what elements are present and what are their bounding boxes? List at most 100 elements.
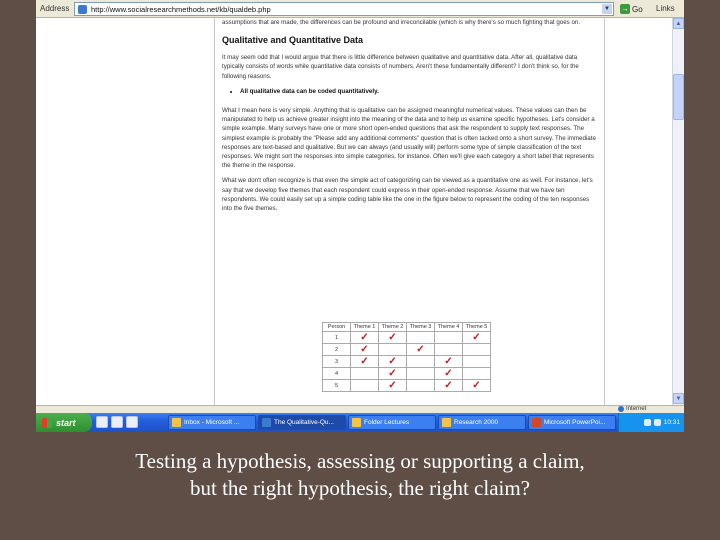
theme-cell bbox=[434, 331, 463, 344]
taskbar-button-browser[interactable]: The Qualitative-Qu... bbox=[258, 415, 346, 430]
caption-line-2: but the right hypothesis, the right clai… bbox=[189, 476, 531, 500]
checkmark-icon: ✓ bbox=[360, 343, 369, 355]
theme-cell: ✓ bbox=[350, 355, 379, 368]
theme-cell: ✓ bbox=[350, 343, 379, 356]
scroll-thumb[interactable] bbox=[673, 74, 684, 120]
start-label: start bbox=[56, 417, 76, 428]
links-toolbar[interactable]: Links bbox=[656, 4, 675, 13]
tray-icon[interactable] bbox=[653, 419, 661, 426]
scroll-up-arrow-icon[interactable]: ▲ bbox=[673, 18, 684, 29]
checkmark-icon: ✓ bbox=[444, 367, 453, 379]
coding-header-cell: Theme 4 bbox=[434, 322, 463, 332]
theme-cell: ✓ bbox=[378, 379, 407, 392]
theme-cell bbox=[406, 367, 435, 380]
go-label: Go bbox=[632, 4, 643, 14]
coding-table: Person Theme 1 Theme 2 Theme 3 Theme 4 Theme … bbox=[322, 322, 491, 392]
globe-icon bbox=[618, 406, 624, 412]
person-cell: 1 bbox=[322, 331, 351, 344]
bullet-item: All qualitative data can be coded quanti… bbox=[240, 87, 600, 96]
scroll-down-arrow-icon[interactable]: ▼ bbox=[673, 393, 684, 404]
taskbar-button-label: The Qualitative-Qu... bbox=[274, 419, 334, 426]
go-arrow-icon: → bbox=[620, 4, 630, 14]
theme-cell: ✓ bbox=[350, 331, 379, 344]
theme-cell bbox=[462, 355, 491, 368]
person-cell: 5 bbox=[322, 379, 351, 392]
taskbar-button-label: Inbox - Microsoft ... bbox=[184, 419, 240, 426]
taskbar-button-inbox[interactable]: Inbox - Microsoft ... bbox=[168, 415, 256, 430]
theme-cell: ✓ bbox=[434, 367, 463, 380]
vertical-scrollbar[interactable]: ▲ ▼ bbox=[672, 18, 684, 405]
theme-cell bbox=[378, 343, 407, 356]
coding-header-cell: Theme 2 bbox=[378, 322, 407, 332]
taskbar-button-label: Folder Lectures bbox=[364, 419, 410, 426]
status-bar: Internet bbox=[36, 405, 684, 413]
theme-cell bbox=[406, 355, 435, 368]
web-page: assumptions that are made, the differenc… bbox=[36, 18, 684, 405]
go-button[interactable]: → Go bbox=[620, 2, 652, 16]
checkmark-icon: ✓ bbox=[388, 331, 397, 343]
theme-cell bbox=[406, 331, 435, 344]
taskbar: start Inbox - Microsoft ... The Qualitat… bbox=[36, 413, 684, 432]
checkmark-icon: ✓ bbox=[472, 379, 481, 391]
taskbar-button-powerpoint[interactable]: Microsoft PowerPoi... bbox=[528, 415, 616, 430]
checkmark-icon: ✓ bbox=[444, 355, 453, 367]
table-row: 3 ✓ ✓ ✓ bbox=[322, 355, 491, 368]
article-content: assumptions that are made, the differenc… bbox=[222, 18, 600, 219]
theme-cell: ✓ bbox=[434, 379, 463, 392]
bullet-list: All qualitative data can be coded quanti… bbox=[240, 87, 600, 96]
windows-flag-icon bbox=[42, 417, 52, 428]
taskbar-button-label: Research 2000 bbox=[454, 419, 499, 426]
intro-paragraph: assumptions that are made, the differenc… bbox=[222, 19, 581, 26]
powerpoint-icon bbox=[532, 418, 541, 427]
theme-cell: ✓ bbox=[462, 379, 491, 392]
address-dropdown-icon[interactable]: ▼ bbox=[602, 4, 612, 14]
taskbar-button-folder-lectures[interactable]: Folder Lectures bbox=[348, 415, 436, 430]
table-row: 5 ✓ ✓ ✓ bbox=[322, 379, 491, 392]
quick-launch bbox=[96, 416, 138, 428]
desktop-quicklaunch-icon[interactable] bbox=[111, 416, 123, 428]
coding-header-cell: Theme 1 bbox=[350, 322, 379, 332]
address-label: Address bbox=[40, 4, 70, 13]
checkmark-icon: ✓ bbox=[388, 379, 397, 391]
coding-table-body: 1 ✓ ✓ ✓ 2 ✓ ✓ 3 ✓ ✓ ✓ 4 ✓ ✓ 5 ✓ ✓ ✓ bbox=[322, 331, 491, 392]
paragraph-3: What we don't often recognize is that ev… bbox=[222, 177, 593, 213]
theme-cell bbox=[406, 379, 435, 392]
page-left-margin bbox=[36, 18, 216, 405]
taskbar-button-research[interactable]: Research 2000 bbox=[438, 415, 526, 430]
coding-header-cell: Theme 3 bbox=[406, 322, 435, 332]
person-cell: 3 bbox=[322, 355, 351, 368]
address-bar: Address http://www.socialresearchmethods… bbox=[36, 0, 684, 18]
browser-screenshot: Address http://www.socialresearchmethods… bbox=[36, 0, 684, 432]
outlook-icon bbox=[172, 418, 181, 427]
theme-cell: ✓ bbox=[378, 331, 407, 344]
checkmark-icon: ✓ bbox=[444, 379, 453, 391]
page-icon bbox=[78, 5, 87, 14]
address-input[interactable]: http://www.socialresearchmethods.net/kb/… bbox=[74, 2, 614, 16]
theme-cell bbox=[462, 343, 491, 356]
checkmark-icon: ✓ bbox=[388, 355, 397, 367]
theme-cell bbox=[350, 379, 379, 392]
theme-cell: ✓ bbox=[378, 367, 407, 380]
checkmark-icon: ✓ bbox=[360, 331, 369, 343]
checkmark-icon: ✓ bbox=[360, 355, 369, 367]
taskbar-button-label: Microsoft PowerPoi... bbox=[544, 419, 606, 426]
theme-cell bbox=[434, 343, 463, 356]
start-button[interactable]: start bbox=[36, 413, 92, 432]
zone-label: Internet bbox=[626, 406, 647, 412]
theme-cell: ✓ bbox=[378, 355, 407, 368]
table-row: 4 ✓ ✓ bbox=[322, 367, 491, 380]
checkmark-icon: ✓ bbox=[472, 331, 481, 343]
outlook-quicklaunch-icon[interactable] bbox=[126, 416, 138, 428]
person-cell: 4 bbox=[322, 367, 351, 380]
slide-caption: Testing a hypothesis, assessing or suppo… bbox=[0, 448, 720, 502]
theme-cell bbox=[350, 367, 379, 380]
person-cell: 2 bbox=[322, 343, 351, 356]
ie-quicklaunch-icon[interactable] bbox=[96, 416, 108, 428]
folder-icon bbox=[442, 418, 451, 427]
tray-icon[interactable] bbox=[643, 419, 651, 426]
paragraph-2: What I mean here is very simple. Anythin… bbox=[222, 107, 596, 170]
security-zone: Internet bbox=[618, 406, 646, 412]
table-row: 1 ✓ ✓ ✓ bbox=[322, 331, 491, 344]
address-url: http://www.socialresearchmethods.net/kb/… bbox=[91, 5, 271, 14]
folder-icon bbox=[352, 418, 361, 427]
